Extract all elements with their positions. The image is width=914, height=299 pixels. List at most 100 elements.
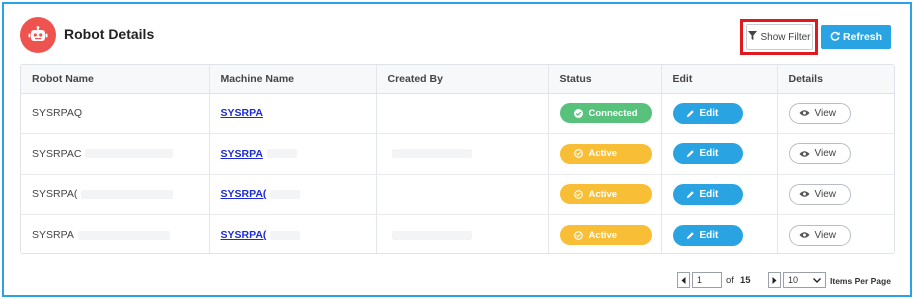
edit-cell: Edit: [661, 174, 778, 215]
status-cell: Active: [548, 214, 662, 253]
table-row: SYSRPAQ SYSRPA Connected Edit View: [21, 93, 894, 134]
machine-name-cell: SYSRPA: [209, 133, 377, 175]
machine-name-link[interactable]: SYSRPA: [221, 107, 263, 119]
eye-icon: [798, 232, 810, 238]
check-circle-icon: [573, 108, 583, 118]
status-label: Active: [588, 229, 618, 241]
next-page-button[interactable]: [768, 272, 781, 288]
chevron-left-icon: [681, 276, 686, 284]
view-label: View: [814, 107, 837, 119]
check-circle-icon: [573, 230, 583, 240]
created-by-cell: [376, 174, 549, 215]
status-badge: Active: [559, 184, 652, 205]
column-header-machine-name[interactable]: Machine Name: [209, 65, 377, 94]
show-filter-label: Show Filter: [760, 31, 811, 43]
pencil-icon: [686, 110, 694, 117]
robot-name: SYSRPA(: [32, 188, 78, 201]
prev-page-button[interactable]: [677, 272, 690, 288]
view-label: View: [814, 188, 837, 200]
robot-name-cell: SYSRPAC: [21, 133, 210, 175]
view-button[interactable]: View: [788, 183, 851, 205]
status-badge: Active: [559, 225, 652, 245]
edit-button[interactable]: Edit: [672, 102, 743, 124]
column-header-details: Details: [777, 65, 894, 94]
machine-name-cell: SYSRPA(: [209, 214, 377, 253]
page-title: Robot Details: [64, 26, 155, 42]
edit-label: Edit: [699, 188, 719, 200]
column-header-status[interactable]: Status: [548, 65, 662, 94]
view-button[interactable]: View: [788, 102, 851, 124]
view-button[interactable]: View: [788, 224, 851, 246]
status-label: Active: [588, 148, 618, 160]
chevron-down-icon: [813, 277, 821, 283]
table-row: SYSRPAC SYSRPA Active Edit View: [21, 133, 894, 175]
machine-name-link[interactable]: SYSRPA(: [221, 229, 267, 241]
show-filter-button[interactable]: Show Filter: [746, 24, 813, 50]
pencil-icon: [686, 150, 694, 158]
refresh-icon: [830, 31, 840, 44]
redacted-text: [270, 189, 301, 199]
view-label: View: [814, 148, 837, 160]
machine-name-cell: SYSRPA: [209, 93, 377, 134]
edit-label: Edit: [699, 107, 719, 119]
edit-cell: Edit: [661, 133, 778, 175]
chevron-right-icon: [772, 276, 777, 284]
view-button[interactable]: View: [788, 143, 851, 165]
redacted-text: [85, 149, 174, 159]
status-label: Active: [588, 188, 618, 200]
edit-button[interactable]: Edit: [672, 183, 743, 205]
edit-button[interactable]: Edit: [672, 224, 743, 246]
status-label: Connected: [588, 107, 638, 119]
items-per-page-value: 10: [788, 275, 799, 285]
items-per-page-label: Items Per Page: [830, 276, 891, 286]
view-label: View: [814, 229, 837, 241]
robot-icon: [20, 17, 56, 53]
machine-name-link[interactable]: SYSRPA(: [221, 188, 267, 200]
robot-name-cell: SYSRPA: [21, 214, 210, 253]
edit-cell: Edit: [661, 214, 778, 253]
edit-label: Edit: [699, 148, 719, 160]
pencil-icon: [686, 191, 694, 198]
redacted-text: [391, 149, 472, 159]
page-of-label: of: [726, 275, 734, 286]
edit-button[interactable]: Edit: [672, 143, 743, 165]
table-header-row: Robot Name Machine Name Created By Statu…: [21, 65, 894, 94]
table-row: SYSRPA( SYSRPA( Active Edit View: [21, 174, 894, 215]
redacted-text: [270, 230, 301, 240]
status-cell: Active: [548, 133, 662, 175]
robot-name: SYSRPAQ: [32, 107, 82, 120]
details-cell: View: [777, 93, 894, 134]
redacted-text: [77, 230, 170, 240]
page-number-input[interactable]: 1: [692, 272, 722, 288]
app-frame: Robot Details Show Filter Refresh Robot …: [2, 2, 912, 297]
table-row: SYSRPA SYSRPA( Active Edit View: [21, 214, 894, 254]
status-badge: Active: [559, 143, 652, 164]
items-per-page-select[interactable]: 10: [783, 272, 826, 288]
robot-name-cell: SYSRPA(: [21, 174, 210, 215]
filter-icon: [748, 31, 758, 43]
redacted-text: [81, 189, 174, 199]
robot-table: Robot Name Machine Name Created By Statu…: [20, 64, 895, 254]
refresh-button[interactable]: Refresh: [821, 25, 891, 49]
edit-cell: Edit: [661, 93, 778, 134]
column-header-created-by[interactable]: Created By: [376, 65, 549, 94]
check-circle-icon: [573, 149, 583, 159]
column-header-edit: Edit: [661, 65, 778, 94]
total-pages: 15: [740, 275, 751, 286]
column-header-robot-name[interactable]: Robot Name: [21, 65, 210, 94]
status-badge: Connected: [559, 103, 652, 124]
details-cell: View: [777, 174, 894, 215]
pencil-icon: [686, 231, 694, 239]
eye-icon: [798, 151, 810, 157]
eye-icon: [798, 191, 810, 197]
redacted-text: [391, 230, 472, 240]
created-by-cell: [376, 214, 549, 253]
machine-name-link[interactable]: SYSRPA: [221, 148, 263, 160]
robot-name: SYSRPAC: [32, 147, 82, 160]
details-cell: View: [777, 133, 894, 175]
robot-name-cell: SYSRPAQ: [21, 93, 210, 134]
redacted-text: [266, 149, 297, 159]
status-cell: Active: [548, 174, 662, 215]
refresh-label: Refresh: [842, 31, 883, 43]
details-cell: View: [777, 215, 894, 254]
